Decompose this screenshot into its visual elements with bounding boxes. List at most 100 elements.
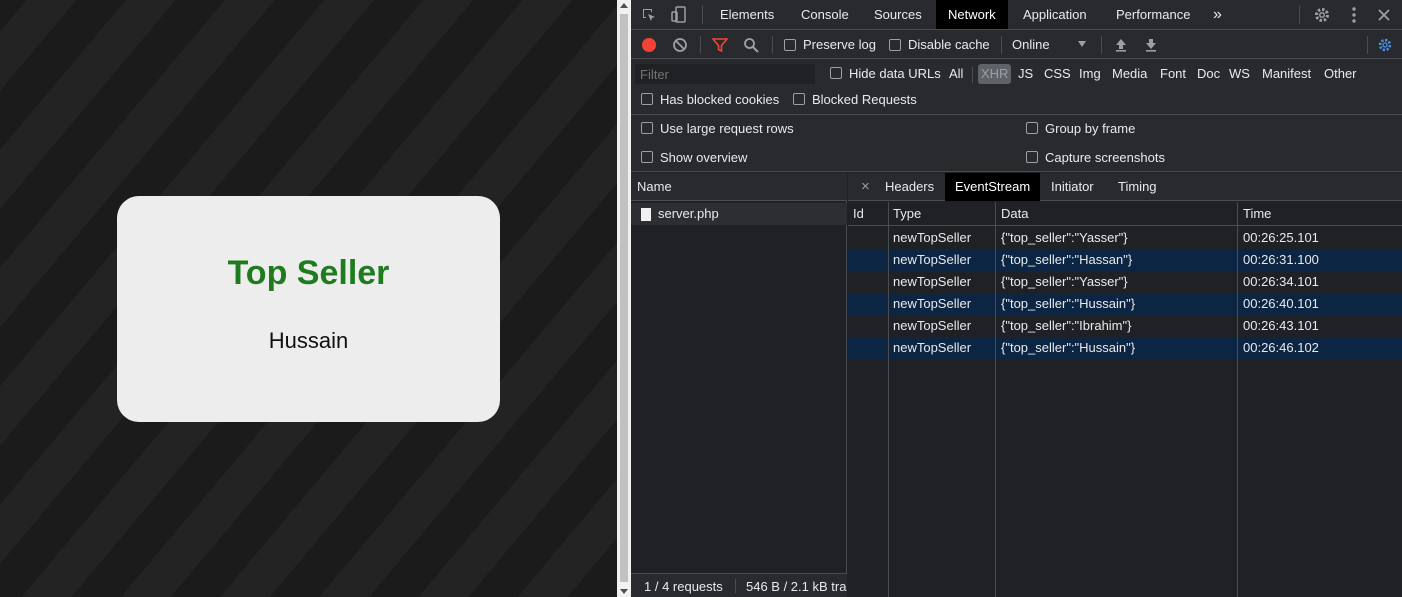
type-filter-xhr[interactable]: XHR [978,64,1012,84]
event-id [848,271,888,293]
network-toolbar: Preserve log Disable cache Online [631,30,1402,59]
capture-screenshots-label: Capture screenshots [1045,150,1165,165]
event-data: {"top_seller":"Ibrahim"} [1001,318,1132,333]
type-filter-all[interactable]: All [946,64,966,84]
transfer-size: 546 B / 2.1 kB tra [746,579,847,594]
event-type: newTopSeller [893,340,972,355]
event-id [848,227,888,249]
record-icon[interactable] [640,36,658,54]
preserve-log-checkbox[interactable] [784,39,796,51]
type-filter-font[interactable]: Font [1157,64,1189,84]
filter-input[interactable] [635,64,815,84]
event-row[interactable]: newTopSeller {"top_seller":"Ibrahim"} 00:2… [848,315,1402,337]
device-toolbar-icon[interactable] [669,5,689,25]
search-icon[interactable] [742,36,760,54]
type-filter-media[interactable]: Media [1109,64,1150,84]
event-time: 00:26:43.101 [1243,318,1319,333]
request-count: 1 / 4 requests [644,579,723,594]
type-filter-ws[interactable]: WS [1226,64,1253,84]
event-type: newTopSeller [893,318,972,333]
scroll-down-arrow-icon[interactable] [620,589,628,594]
column-header-data[interactable]: Data [996,202,1238,226]
event-row[interactable]: newTopSeller {"top_seller":"Hassan"} 00:26… [848,249,1402,271]
tab-headers[interactable]: Headers [875,173,944,201]
group-by-frame-checkbox[interactable] [1026,122,1038,134]
event-time: 00:26:25.101 [1243,230,1319,245]
scroll-up-arrow-icon[interactable] [620,3,628,8]
close-devtools-icon[interactable] [1374,5,1394,25]
tab-timing[interactable]: Timing [1108,173,1167,201]
type-filter-other[interactable]: Other [1321,64,1360,84]
filter-icon[interactable] [711,36,729,54]
devtools-tab-bar: Elements Console Sources Network Applica… [631,0,1402,30]
request-list: Name server.php 1 / 4 requests 546 B / 2… [631,173,847,597]
event-type: newTopSeller [893,296,972,311]
web-page-viewport: Top Seller Hussain [0,0,617,597]
tab-eventstream[interactable]: EventStream [945,173,1041,201]
inspect-element-icon[interactable] [639,5,659,25]
type-filter-css[interactable]: CSS [1041,64,1074,84]
event-type: newTopSeller [893,230,972,245]
tab-application[interactable]: Application [1011,0,1099,29]
show-overview-checkbox[interactable] [641,151,653,163]
import-har-icon[interactable] [1112,36,1130,54]
event-type: newTopSeller [893,274,972,289]
type-filter-img[interactable]: Img [1076,64,1104,84]
tab-initiator[interactable]: Initiator [1041,173,1104,201]
event-row[interactable]: newTopSeller {"top_seller":"Hussain"} 00:2… [848,293,1402,315]
event-row[interactable]: newTopSeller {"top_seller":"Yasser"} 00:26… [848,227,1402,249]
devtools-panel: Elements Console Sources Network Applica… [631,0,1402,597]
type-filter-manifest[interactable]: Manifest [1259,64,1314,84]
throttling-select[interactable]: Online [1012,37,1050,52]
event-row[interactable]: newTopSeller {"top_seller":"Yasser"} 00:26… [848,271,1402,293]
column-header-type[interactable]: Type [888,202,996,226]
type-filter-js[interactable]: JS [1015,64,1036,84]
tab-network[interactable]: Network [936,0,1008,29]
tab-console[interactable]: Console [789,0,861,29]
event-data: {"top_seller":"Hussain"} [1001,296,1136,311]
request-name: server.php [658,206,719,221]
name-column-header[interactable]: Name [631,173,847,201]
more-tabs-icon[interactable]: » [1201,0,1234,29]
column-header-time[interactable]: Time [1238,202,1402,226]
tab-sources[interactable]: Sources [862,0,934,29]
large-request-rows-label: Use large request rows [660,121,794,136]
event-row[interactable]: newTopSeller {"top_seller":"Hussain"} 00:2… [848,337,1402,359]
settings-gear-icon[interactable] [1311,5,1333,25]
page-scrollbar[interactable] [617,0,631,597]
event-time: 00:26:40.101 [1243,296,1319,311]
disable-cache-label: Disable cache [908,37,990,52]
filter-bar: Hide data URLs All XHR JS CSS Img Media … [631,59,1402,115]
clear-icon[interactable] [671,36,689,54]
tab-performance[interactable]: Performance [1104,0,1202,29]
large-request-rows-checkbox[interactable] [641,122,653,134]
event-data: {"top_seller":"Yasser"} [1001,274,1128,289]
network-settings-pane: Use large request rows Show overview Gro… [631,115,1402,172]
event-time: 00:26:46.102 [1243,340,1319,355]
network-settings-gear-icon[interactable] [1375,36,1395,54]
detail-tab-bar: × Headers EventStream Initiator Timing [848,173,1402,201]
event-type: newTopSeller [893,252,972,267]
type-filter-doc[interactable]: Doc [1194,64,1223,84]
tab-elements[interactable]: Elements [708,0,786,29]
top-seller-card: Top Seller Hussain [117,196,500,422]
hide-data-urls-checkbox[interactable] [830,67,842,79]
has-blocked-cookies-checkbox[interactable] [641,93,653,105]
event-id [848,315,888,337]
event-time: 00:26:34.101 [1243,274,1319,289]
has-blocked-cookies-label: Has blocked cookies [660,92,780,107]
scrollbar-thumb[interactable] [620,14,628,582]
blocked-requests-checkbox[interactable] [793,93,805,105]
network-status-bar: 1 / 4 requests 546 B / 2.1 kB tra [631,573,847,597]
chevron-down-icon[interactable] [1078,41,1086,47]
disable-cache-checkbox[interactable] [889,39,901,51]
request-row[interactable]: server.php [631,203,847,225]
capture-screenshots-checkbox[interactable] [1026,151,1038,163]
event-id [848,337,888,359]
export-har-icon[interactable] [1142,36,1160,54]
column-header-id[interactable]: Id [848,202,888,226]
request-detail-pane: × Headers EventStream Initiator Timing I… [848,173,1402,597]
event-data: {"top_seller":"Hussain"} [1001,340,1136,355]
more-options-icon[interactable] [1344,5,1364,25]
eventstream-table: Id Type Data Time newTopSeller {"top_sell… [848,202,1402,597]
